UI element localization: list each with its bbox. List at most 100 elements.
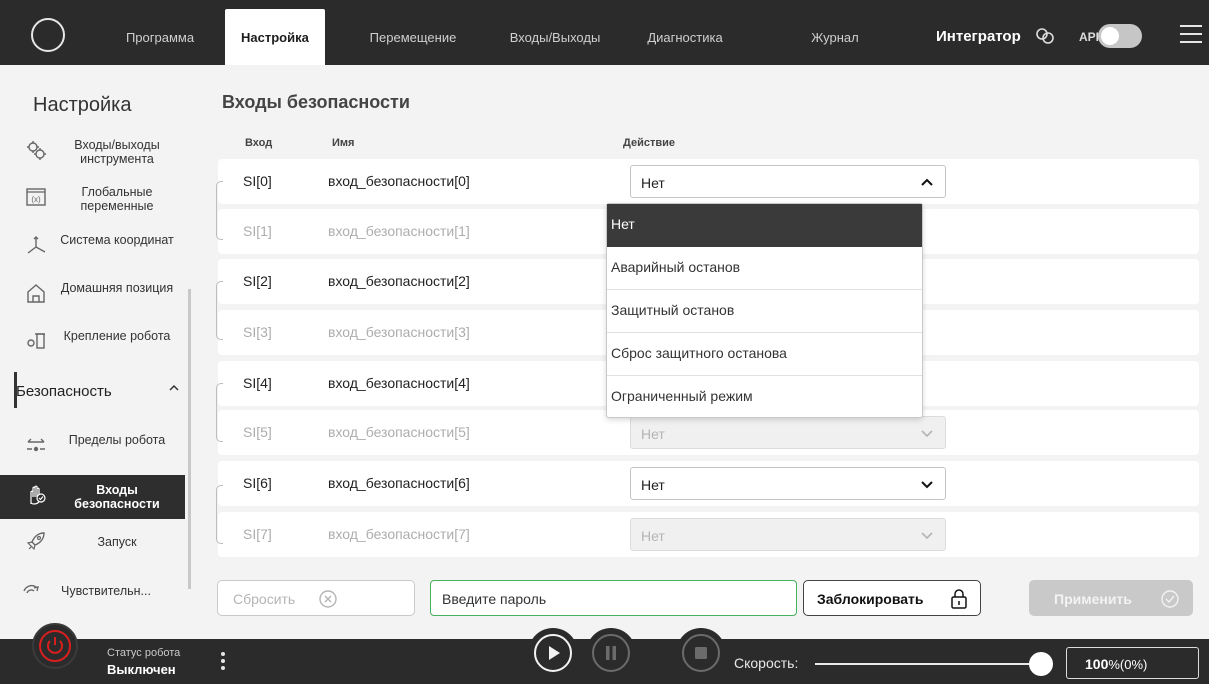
- table-row: SI[6] вход_безопасности[6] Нет: [218, 461, 1199, 506]
- reset-button-label: Сбросить: [233, 591, 296, 607]
- apply-button-label: Применить: [1054, 591, 1132, 607]
- input-id: SI[1]: [243, 223, 272, 239]
- tab-setup[interactable]: Настройка: [225, 9, 325, 65]
- more-vertical-icon[interactable]: [221, 652, 225, 672]
- top-navigation-bar: Программа Настройка Перемещение Входы/Вы…: [0, 0, 1209, 65]
- dropdown-option[interactable]: Сброс защитного останова: [607, 333, 922, 376]
- api-toggle[interactable]: [1098, 24, 1142, 48]
- table-row: SI[7] вход_безопасности[7] Нет: [218, 512, 1199, 557]
- home-icon: [25, 282, 47, 304]
- column-header-input: Вход: [245, 137, 273, 149]
- tab-log[interactable]: Журнал: [811, 30, 858, 45]
- chevron-up-icon[interactable]: [167, 381, 181, 395]
- input-name: вход_безопасности[3]: [328, 324, 470, 340]
- speed-suffix: %(0%): [1108, 657, 1148, 672]
- dropdown-option[interactable]: Нет: [607, 204, 922, 247]
- tab-move[interactable]: Перемещение: [370, 30, 457, 45]
- sidebar-item-label: Входы/выходы инструмента: [74, 138, 160, 166]
- input-name[interactable]: вход_безопасности[0]: [328, 173, 470, 189]
- speed-slider-knob[interactable]: [1029, 652, 1053, 676]
- stop-button[interactable]: [676, 628, 726, 678]
- tool-io-icon: [25, 139, 47, 161]
- sidebar-item-global-variables[interactable]: (x) Глобальные переменные: [0, 177, 185, 221]
- input-id: SI[7]: [243, 526, 272, 542]
- sidebar-item-safety-inputs[interactable]: Входы безопасности: [0, 475, 185, 519]
- chevron-down-icon: [921, 532, 933, 540]
- pause-button[interactable]: [586, 628, 636, 678]
- table-row: SI[0] вход_безопасности[0] Нет: [218, 159, 1199, 204]
- tab-io[interactable]: Входы/Выходы: [510, 30, 601, 45]
- speed-value-display[interactable]: 100%(0%): [1066, 647, 1199, 679]
- power-icon: [39, 630, 71, 662]
- action-select-value: Нет: [641, 528, 665, 544]
- close-circle-icon: [319, 590, 337, 608]
- reset-button[interactable]: Сбросить: [217, 580, 415, 616]
- action-select[interactable]: Нет: [630, 165, 946, 198]
- lock-button[interactable]: Заблокировать: [803, 580, 981, 616]
- input-name[interactable]: вход_безопасности[4]: [328, 375, 470, 391]
- svg-text:(x): (x): [31, 195, 41, 204]
- sidebar-title: Настройка: [33, 94, 132, 116]
- sidebar-item-label: Пределы робота: [68, 433, 166, 447]
- action-select-value: Нет: [641, 426, 665, 442]
- user-role-label[interactable]: Интегратор: [936, 28, 1021, 45]
- sidebar-item-label: Чувствительн...: [61, 584, 151, 598]
- sidebar-scrollbar[interactable]: [188, 289, 191, 589]
- input-name: вход_безопасности[5]: [328, 424, 470, 440]
- action-select: Нет: [630, 416, 946, 449]
- dropdown-option[interactable]: Аварийный останов: [607, 247, 922, 290]
- sidebar-item-label: Глобальные переменные: [80, 185, 154, 213]
- play-icon: [534, 634, 572, 672]
- sidebar-item-sensitivity[interactable]: Чувствительн...: [0, 570, 185, 614]
- logo-circle-icon[interactable]: [31, 18, 65, 52]
- robot-status-caption: Статус робота: [107, 647, 181, 659]
- input-id: SI[4]: [243, 375, 272, 391]
- robot-mount-icon: [25, 330, 47, 352]
- play-button[interactable]: [528, 628, 578, 678]
- sidebar-section-safety[interactable]: Безопасность: [16, 383, 112, 400]
- setup-sidebar: Настройка Входы/выходы инструмента (x) Г…: [0, 65, 195, 639]
- api-label: API: [1079, 30, 1100, 44]
- input-id: SI[6]: [243, 475, 272, 491]
- action-select-value: Нет: [641, 477, 665, 493]
- speed-percent: 100: [1085, 656, 1109, 672]
- sidebar-item-robot-mount[interactable]: Крепление робота: [0, 321, 185, 365]
- input-pair-bracket: [216, 181, 223, 240]
- action-select-value: Нет: [641, 175, 665, 191]
- sidebar-item-startup[interactable]: Запуск: [0, 521, 185, 565]
- input-name[interactable]: вход_безопасности[2]: [328, 273, 470, 289]
- safety-hand-icon: [25, 484, 47, 506]
- sidebar-item-coordinate-system[interactable]: Система координат: [0, 225, 185, 269]
- stop-icon: [682, 634, 720, 672]
- limits-icon: [25, 434, 47, 456]
- speed-label: Скорость:: [734, 655, 799, 671]
- column-header-action: Действие: [623, 137, 675, 149]
- input-id: SI[0]: [243, 173, 272, 189]
- sidebar-item-tool-io[interactable]: Входы/выходы инструмента: [0, 130, 185, 174]
- variable-icon: (x): [25, 186, 47, 208]
- sidebar-item-label: Крепление робота: [63, 329, 171, 343]
- menu-icon[interactable]: [1180, 25, 1202, 45]
- rocket-icon: [25, 530, 47, 552]
- sidebar-item-robot-limits[interactable]: Пределы робота: [0, 425, 185, 469]
- dropdown-option[interactable]: Ограниченный режим: [607, 376, 922, 419]
- sidebar-item-home-position[interactable]: Домашняя позиция: [0, 273, 185, 317]
- tab-diagnostics[interactable]: Диагностика: [647, 30, 722, 45]
- coordinate-axes-icon: [25, 234, 47, 256]
- input-pair-bracket: [216, 383, 223, 442]
- password-input[interactable]: Введите пароль: [430, 580, 797, 616]
- power-button[interactable]: [32, 623, 78, 669]
- sidebar-item-label: Система координат: [60, 233, 174, 247]
- input-name: вход_безопасности[7]: [328, 526, 470, 542]
- sensitivity-icon: [20, 579, 42, 601]
- robot-status-value: Выключен: [107, 662, 176, 677]
- apply-button[interactable]: Применить: [1029, 580, 1193, 616]
- input-name[interactable]: вход_безопасности[6]: [328, 475, 470, 491]
- chevron-down-icon: [921, 430, 933, 438]
- speed-slider-track[interactable]: [815, 663, 1039, 665]
- dropdown-option[interactable]: Защитный останов: [607, 290, 922, 333]
- network-icon[interactable]: [1035, 26, 1055, 46]
- input-id: SI[5]: [243, 424, 272, 440]
- tab-program[interactable]: Программа: [126, 30, 194, 45]
- action-select[interactable]: Нет: [630, 467, 946, 500]
